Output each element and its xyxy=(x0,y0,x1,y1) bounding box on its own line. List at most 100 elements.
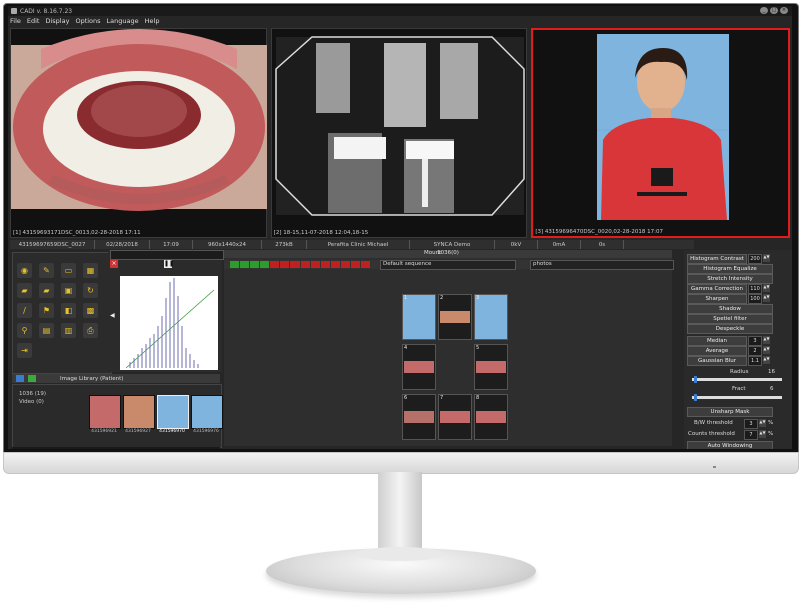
stretch-intensity-button[interactable]: Stretch Intensity xyxy=(687,274,773,284)
bw-threshold-unit: % xyxy=(768,420,774,426)
pencil-tool-icon[interactable]: ✎ xyxy=(39,263,54,278)
library-thumb-4[interactable] xyxy=(191,395,223,429)
fract-label: Fract xyxy=(732,386,746,392)
library-item-video[interactable]: Video (0) xyxy=(19,399,44,405)
info-seconds: 0s xyxy=(581,240,624,249)
viewport-2[interactable]: [2] 18-15,11-07-2018 12:04,18-15 xyxy=(270,28,528,238)
menu-options[interactable]: Options xyxy=(75,17,100,25)
histogram-contrast-spin[interactable]: ▲▼ xyxy=(763,254,770,262)
radius-slider[interactable] xyxy=(692,376,782,383)
xray-image xyxy=(274,36,525,216)
histogram-slider[interactable] xyxy=(110,250,224,260)
mount-cell-4[interactable]: 4 xyxy=(402,344,436,390)
mount-count-header: 1036(0) xyxy=(224,250,672,258)
maximize-button[interactable]: □ xyxy=(770,7,778,14)
library-item-1036[interactable]: 1036 (19) xyxy=(19,391,46,397)
library-thumb-3-caption: 431596970 xyxy=(159,429,185,434)
viewport-3-selected[interactable]: [3] 43159696470DSC_0020,02-28-2018 17:07 xyxy=(531,28,791,238)
histogram-arrow-icon[interactable]: ◀ xyxy=(110,312,115,319)
fract-slider[interactable] xyxy=(692,394,782,401)
viewport-1[interactable]: [1] 43159693171DSC_0013,02-28-2018 17:11 xyxy=(10,28,267,238)
average-button[interactable]: Average xyxy=(687,346,747,356)
print-icon[interactable]: ⎙ xyxy=(83,323,98,338)
median-button[interactable]: Median xyxy=(687,336,747,346)
import-folder-icon[interactable]: ▰ xyxy=(39,283,54,298)
counts-threshold-value[interactable]: 7 xyxy=(744,430,758,440)
library-thumb-1[interactable] xyxy=(89,395,121,429)
gaussian-blur-button[interactable]: Gaussian Blur xyxy=(687,356,747,366)
category-dropdown[interactable]: photos xyxy=(530,260,674,270)
tooth-select-icon[interactable]: ◉ xyxy=(17,263,32,278)
despeckle-button[interactable]: Despeckle xyxy=(687,324,773,334)
gaussian-blur-value[interactable]: 1.1 xyxy=(748,356,762,366)
histogram-equalize-button[interactable]: Histogram Equalize xyxy=(687,264,773,274)
histogram-pause-icon[interactable]: ❚❚ xyxy=(164,260,174,268)
auto-windowing-button[interactable]: Auto Windowing xyxy=(687,441,773,449)
library-scrollbar[interactable] xyxy=(12,447,220,449)
menu-help[interactable]: Help xyxy=(145,17,160,25)
mount-cell-2[interactable]: 2 xyxy=(438,294,472,340)
library-thumb-3-selected[interactable] xyxy=(157,395,189,429)
open-folder-icon[interactable]: ▰ xyxy=(17,283,32,298)
layout-1x1-icon[interactable]: ▩ xyxy=(83,303,98,318)
menu-language[interactable]: Language xyxy=(107,17,139,25)
power-led xyxy=(713,466,716,468)
annotate-tool-icon[interactable]: ⚑ xyxy=(39,303,54,318)
grid-icon[interactable]: ▥ xyxy=(61,323,76,338)
twain-acquire-icon[interactable]: ▭ xyxy=(61,263,76,278)
mount-cell-1[interactable]: 1 xyxy=(402,294,436,340)
viewport-2-caption: [2] 18-15,11-07-2018 12:04,18-15 xyxy=(273,230,369,236)
zoom-icon[interactable]: ⚲ xyxy=(17,323,32,338)
average-spin[interactable]: ▲▼ xyxy=(763,346,770,354)
minimize-button[interactable]: _ xyxy=(760,7,768,14)
sharpen-value[interactable]: 100 xyxy=(748,294,762,304)
library-header-bar: Image Library (Patient) xyxy=(12,374,220,383)
mount-cell-8[interactable]: 8 xyxy=(474,394,508,440)
save-icon[interactable]: ▣ xyxy=(61,283,76,298)
gaussian-blur-spin[interactable]: ▲▼ xyxy=(763,356,770,364)
sharpen-button[interactable]: Sharpen xyxy=(687,294,747,304)
close-button[interactable]: × xyxy=(780,7,788,14)
library-video-icon[interactable] xyxy=(28,375,36,382)
menu-edit[interactable]: Edit xyxy=(27,17,40,25)
menu-display[interactable]: Display xyxy=(45,17,69,25)
median-value[interactable]: 3 xyxy=(748,336,762,346)
bw-threshold-value[interactable]: 3 xyxy=(744,419,758,429)
spetiel-filter-button[interactable]: Spetiel filter xyxy=(687,314,773,324)
histogram-contrast-value[interactable]: 200 xyxy=(748,254,762,264)
median-spin[interactable]: ▲▼ xyxy=(763,336,770,344)
mount-cell-6[interactable]: 6 xyxy=(402,394,436,440)
exit-icon[interactable]: ⇥ xyxy=(17,343,32,358)
average-value[interactable]: 2 xyxy=(748,346,762,356)
counts-threshold-spin[interactable]: ▲▼ xyxy=(759,430,766,438)
counts-threshold-label: Counts threshold xyxy=(688,431,735,437)
histogram-contrast-button[interactable]: Histogram Contrast xyxy=(687,254,747,264)
library-thumb-2[interactable] xyxy=(123,395,155,429)
gamma-correction-spin[interactable]: ▲▼ xyxy=(763,284,770,292)
shadow-button[interactable]: Shadow xyxy=(687,304,773,314)
bw-threshold-spin[interactable]: ▲▼ xyxy=(759,419,766,427)
mount-cell-5[interactable]: 5 xyxy=(474,344,508,390)
layout-2x2-icon[interactable]: ▦ xyxy=(83,263,98,278)
library-header: Image Library (Patient) xyxy=(60,375,124,382)
histogram-close-icon[interactable]: × xyxy=(110,260,118,268)
mount-cell-3[interactable]: 3 xyxy=(474,294,508,340)
library-thumb-1-caption: 431596921 xyxy=(91,429,117,434)
radius-value: 16 xyxy=(768,369,775,375)
mount-cell-7[interactable]: 7 xyxy=(438,394,472,440)
refresh-icon[interactable]: ↻ xyxy=(83,283,98,298)
unsharp-mask-button[interactable]: Unsharp Mask xyxy=(687,407,773,417)
layout-3-icon[interactable]: ▤ xyxy=(39,323,54,338)
portrait-image xyxy=(597,34,730,220)
gamma-correction-value[interactable]: 110 xyxy=(748,284,762,294)
mount-panel: 1036(0) Mount Default sequence photos 1 … xyxy=(224,250,674,446)
library-toggle-icon[interactable] xyxy=(16,375,24,382)
window-title: CADI v. 8.16.7.23 xyxy=(20,7,73,15)
measure-tool-icon[interactable]: ∕ xyxy=(17,303,32,318)
sequence-dropdown[interactable]: Default sequence xyxy=(380,260,516,270)
sharpen-spin[interactable]: ▲▼ xyxy=(763,294,770,302)
menu-file[interactable]: File xyxy=(10,17,21,25)
gamma-correction-button[interactable]: Gamma Correction xyxy=(687,284,747,294)
image-info-bar: 43159697659DSC_0027 02/28/2018 17:09 960… xyxy=(10,240,694,249)
compare-icon[interactable]: ◧ xyxy=(61,303,76,318)
